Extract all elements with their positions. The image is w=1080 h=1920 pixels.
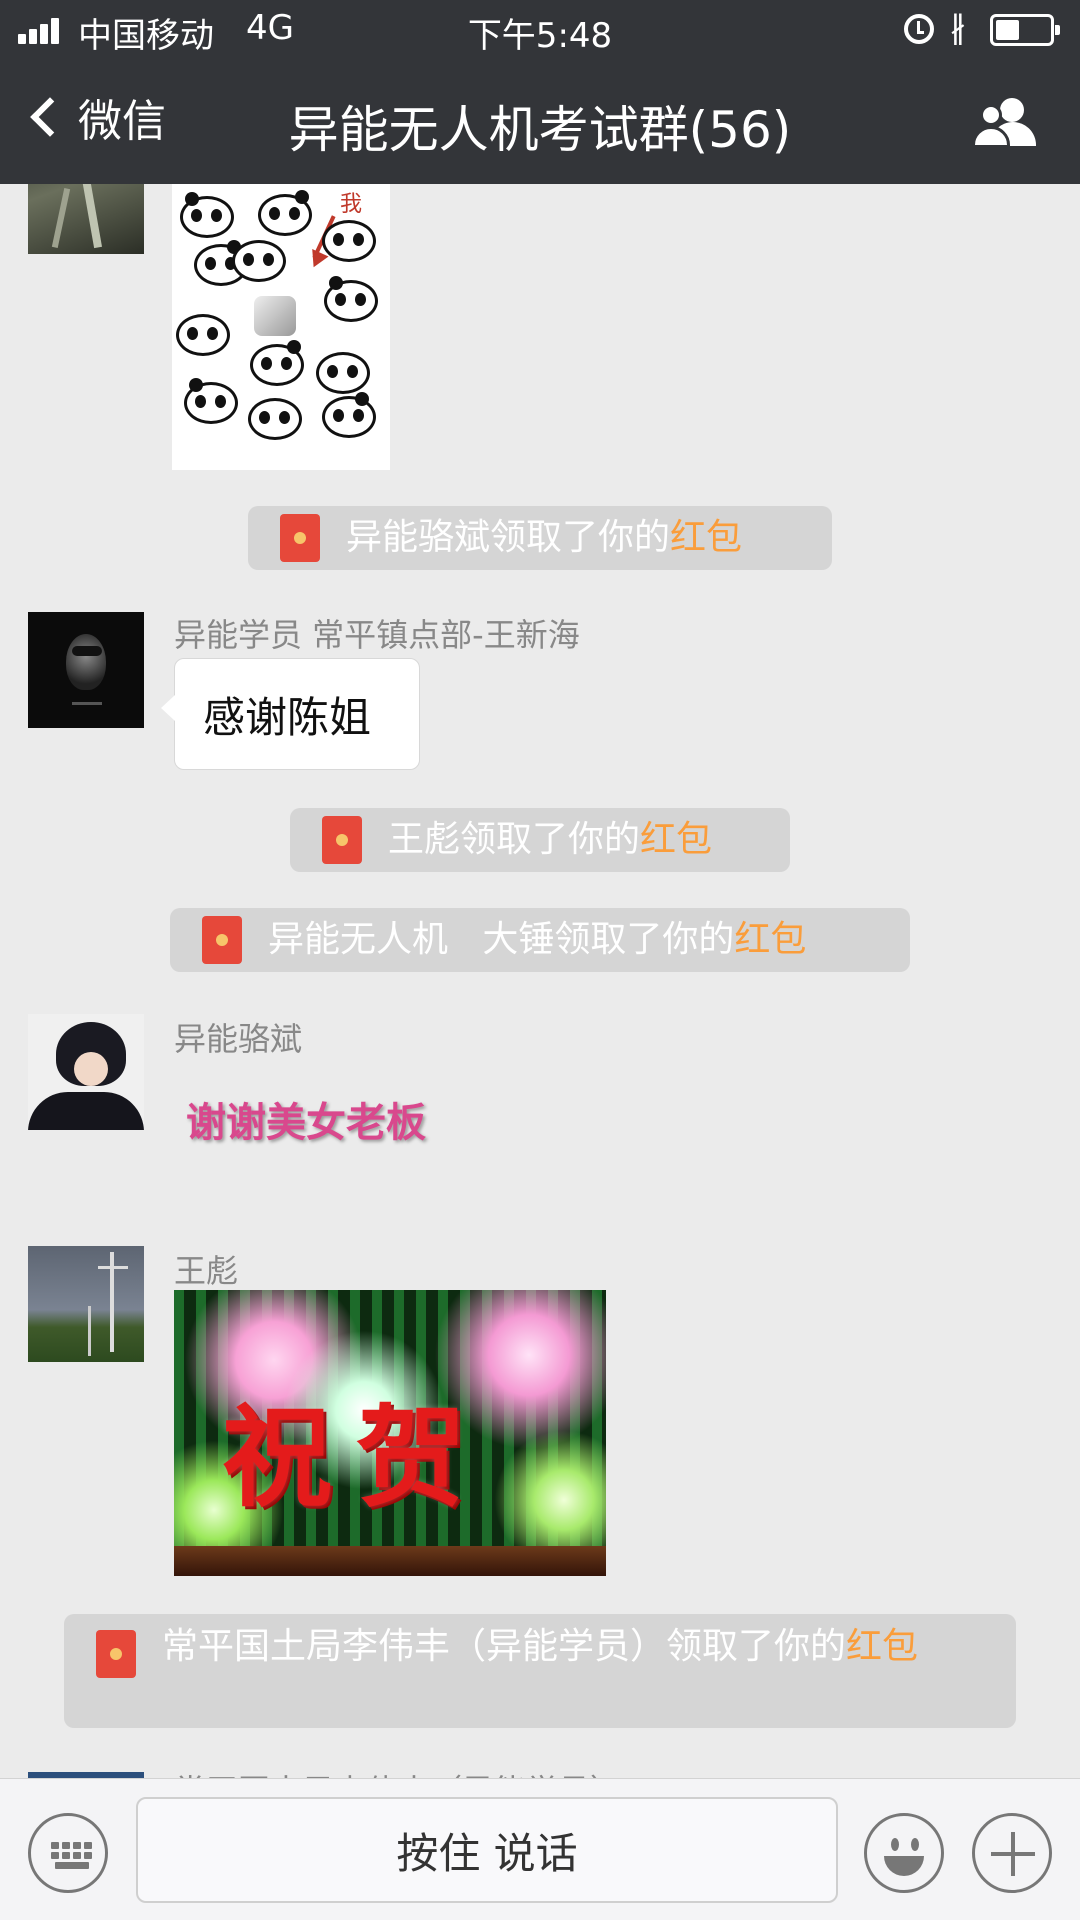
notice-text: 异能无人机 大锤领取了你的 [268, 918, 735, 960]
hold-to-talk-button[interactable]: 按住 说话 [136, 1797, 838, 1903]
emoji-icon[interactable] [864, 1813, 944, 1893]
nav-bar: 微信 异能无人机考试群(56) [0, 60, 1080, 184]
image-caption-text: 祝贺 [222, 1394, 490, 1522]
avatar[interactable] [28, 184, 144, 254]
message-bubble[interactable]: 感谢陈姐 [161, 658, 420, 770]
red-packet-notice: 异能骆斌领取了你的红包 [248, 506, 832, 570]
avatar[interactable] [28, 1246, 144, 1362]
notice-text: 异能骆斌领取了你的 [346, 516, 671, 558]
sticker-text: 我 [340, 192, 363, 217]
red-packet-link[interactable]: 红包 [734, 919, 806, 960]
bluetooth-icon: ∦ [950, 8, 966, 46]
red-packet-link[interactable]: 红包 [670, 517, 742, 558]
red-packet-icon [202, 916, 242, 964]
red-packet-icon [280, 514, 320, 562]
plus-icon[interactable] [972, 1813, 1052, 1893]
avatar[interactable] [28, 1014, 144, 1130]
red-packet-link[interactable]: 红包 [640, 819, 712, 860]
alarm-icon [904, 14, 934, 44]
chat-title: 异能无人机考试群(56) [288, 101, 792, 159]
battery-icon [990, 14, 1060, 46]
battery-level [996, 20, 1019, 40]
top-bar: 中国移动 4G 下午5:48 ∦ 微信 异能无人机考试群(56) [0, 0, 1080, 184]
sender-name: 异能骆斌 [174, 1020, 303, 1058]
message-text: 感谢陈姐 [203, 692, 372, 742]
red-packet-icon [322, 816, 362, 864]
red-packet-link[interactable]: 红包 [846, 1626, 918, 1667]
keyboard-icon[interactable] [28, 1813, 108, 1893]
avatar[interactable] [28, 612, 144, 728]
notice-text: 王彪领取了你的 [388, 818, 641, 860]
group-members-icon[interactable] [972, 96, 1042, 152]
congratulations-image[interactable]: 祝贺 [174, 1290, 606, 1576]
sticker-text-message[interactable]: 谢谢美女老板 [186, 1090, 426, 1148]
red-packet-notice: 异能无人机 大锤领取了你的红包 [170, 908, 910, 972]
notice-text: 常平国土局李伟丰（异能学员）领取了你的 [162, 1626, 847, 1667]
input-bar: 按住 说话 [0, 1778, 1080, 1920]
status-bar: 中国移动 4G 下午5:48 ∦ [0, 0, 1080, 60]
panda-sticker-image[interactable]: 我 [172, 184, 390, 470]
sender-name: 异能学员 常平镇点部-王新海 [174, 616, 580, 654]
chat-area[interactable]: 我 异能骆斌领取了你的红包 异能学员 常平镇点部-王新海 感谢陈姐 王彪领取了你… [0, 184, 1080, 1778]
red-packet-notice: 常平国土局李伟丰（异能学员）领取了你的红包 [64, 1614, 1016, 1728]
sender-name: 常平国土局李伟丰（异能学员） [174, 1766, 622, 1778]
sender-name: 王彪 [174, 1252, 239, 1290]
red-packet-notice: 王彪领取了你的红包 [290, 808, 790, 872]
